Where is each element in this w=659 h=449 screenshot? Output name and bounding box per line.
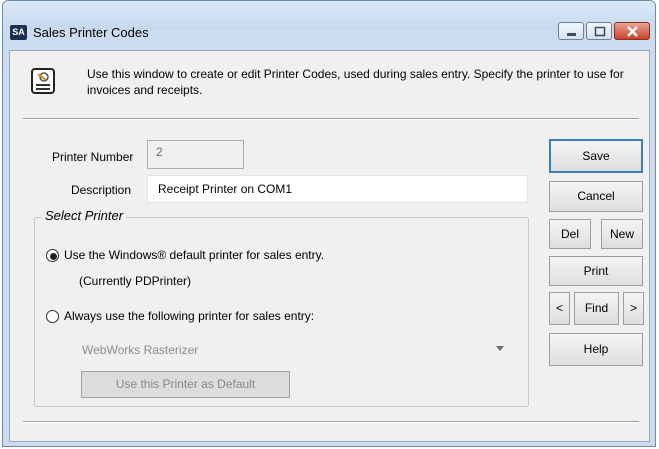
- minimize-icon: [567, 33, 576, 36]
- printer-number-label: Printer Number: [52, 150, 134, 164]
- printer-document-icon: [31, 68, 55, 94]
- default-printer-label[interactable]: Use the Windows® default printer for sal…: [64, 248, 324, 262]
- find-button[interactable]: Find: [574, 292, 619, 325]
- description-label: Description: [71, 183, 132, 197]
- divider-top: [23, 118, 639, 120]
- current-printer-text: (Currently PDPrinter): [79, 274, 192, 288]
- cancel-button[interactable]: Cancel: [549, 181, 643, 212]
- next-button[interactable]: >: [623, 292, 644, 325]
- previous-button[interactable]: <: [549, 292, 570, 325]
- maximize-button[interactable]: [586, 22, 612, 40]
- app-logo: SA: [10, 25, 27, 40]
- use-as-default-button[interactable]: Use this Printer as Default: [81, 371, 290, 398]
- minimize-button[interactable]: [558, 22, 584, 40]
- close-button[interactable]: [614, 22, 650, 40]
- default-printer-radio[interactable]: [46, 249, 59, 262]
- save-button[interactable]: Save: [549, 139, 643, 173]
- divider-bottom: [23, 421, 639, 423]
- new-button[interactable]: New: [601, 219, 643, 249]
- always-printer-radio[interactable]: [46, 310, 59, 323]
- window-title: Sales Printer Codes: [33, 25, 149, 40]
- delete-button[interactable]: Del: [549, 219, 591, 249]
- help-button[interactable]: Help: [549, 333, 643, 366]
- close-icon: [627, 26, 638, 37]
- description-field[interactable]: Receipt Printer on COM1: [147, 175, 528, 203]
- info-text: Use this window to create or edit Printe…: [87, 67, 624, 97]
- print-button[interactable]: Print: [549, 256, 643, 286]
- always-printer-label[interactable]: Always use the following printer for sal…: [64, 309, 314, 323]
- maximize-icon: [594, 26, 606, 37]
- printer-select[interactable]: WebWorks Rasterizer: [80, 340, 514, 362]
- printer-number-field: 2: [147, 140, 244, 169]
- select-printer-legend: Select Printer: [42, 208, 127, 223]
- chevron-down-icon: [496, 346, 504, 351]
